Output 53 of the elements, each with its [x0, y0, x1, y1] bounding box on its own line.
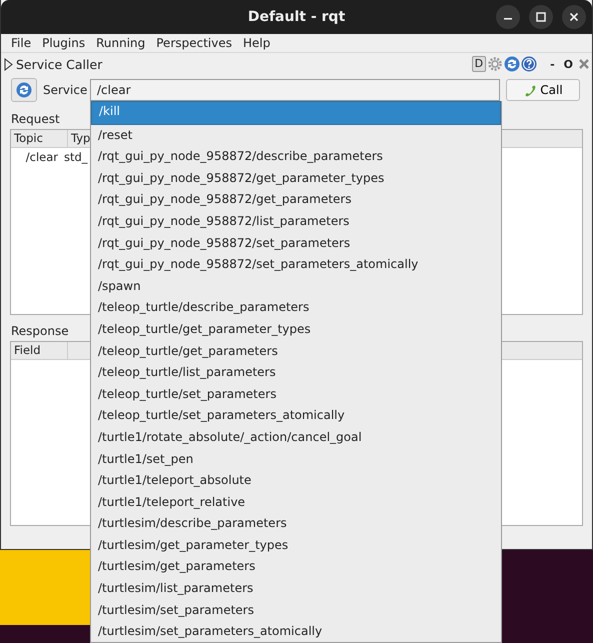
d-button[interactable]: D [472, 56, 486, 72]
plugin-title: Service Caller [16, 56, 102, 72]
dropdown-item[interactable]: /turtlesim/get_parameters [91, 556, 501, 578]
dropdown-item[interactable]: /rqt_gui_py_node_958872/list_parameters [91, 210, 501, 233]
dropdown-item[interactable]: /turtle1/rotate_absolute/_action/cancel_goal [91, 426, 501, 448]
dropdown-item[interactable]: /turtlesim/list_parameters [91, 578, 501, 600]
dropdown-item[interactable]: /teleop_turtle/set_parameters_atomically [91, 405, 501, 427]
dropdown-item[interactable]: /teleop_turtle/describe_parameters [91, 297, 501, 319]
dropdown-item[interactable]: /turtlesim/set_parameters [91, 600, 501, 622]
menu-item[interactable]: Plugins [42, 36, 86, 50]
maximize-button[interactable] [529, 5, 553, 29]
dropdown-item[interactable]: /turtle1/set_pen [91, 448, 501, 470]
dropdown-item[interactable]: /rqt_gui_py_node_958872/set_parameters_atomically [91, 254, 501, 276]
dropdown-item[interactable]: /turtle1/teleport_relative [91, 492, 501, 514]
section-label: Response [11, 324, 69, 338]
dropdown-item[interactable]: /spawn [91, 276, 501, 298]
window-title: Default - rqt [248, 9, 346, 25]
triangle-icon[interactable] [4, 58, 13, 70]
dropdown-item[interactable]: /rqt_gui_py_node_958872/describe_parameters [91, 146, 501, 168]
table-cell-text: /clear [24, 150, 59, 164]
dropdown-item[interactable]: /rqt_gui_py_node_958872/get_parameter_types [91, 168, 501, 190]
dropdown-item[interactable]: /kill [91, 101, 501, 125]
close-button[interactable] [562, 5, 586, 29]
dropdown-item[interactable]: /teleop_turtle/list_parameters [91, 362, 501, 384]
column-header[interactable]: Field [11, 342, 68, 359]
menu-item[interactable]: Perspectives [156, 36, 232, 50]
close-icon[interactable] [578, 58, 590, 70]
float-button[interactable]: O [564, 58, 573, 70]
menu-item[interactable]: Running [96, 36, 146, 50]
dropdown-item[interactable]: /rqt_gui_py_node_958872/get_parameters [91, 189, 501, 211]
call-button[interactable]: Call [506, 79, 580, 101]
table-cell-text: std_ [63, 150, 88, 164]
dropdown-item[interactable]: /turtlesim/get_parameter_types [91, 534, 501, 556]
dropdown-item[interactable]: /teleop_turtle/get_parameter_types [91, 318, 501, 341]
column-header[interactable]: Topic [11, 130, 68, 147]
refresh-icon [16, 82, 32, 98]
service-combo[interactable]: /clear [90, 79, 500, 101]
dropdown-item[interactable]: /teleop_turtle/set_parameters [91, 384, 501, 406]
refresh-icon[interactable] [504, 56, 520, 72]
refresh-button[interactable] [11, 78, 37, 102]
phone-icon [523, 83, 538, 97]
dropdown-item[interactable]: /turtlesim/set_parameters_atomically [91, 621, 501, 643]
minimize-button[interactable]: - [550, 58, 555, 70]
dropdown-item[interactable]: /teleop_turtle/get_parameters [91, 340, 501, 362]
section-label: Request [11, 112, 60, 126]
help-icon[interactable] [521, 56, 538, 72]
minimize-button[interactable] [496, 5, 520, 29]
service-label: Service [43, 83, 88, 97]
dropdown-item[interactable]: /rqt_gui_py_node_958872/set_parameters [91, 232, 501, 254]
dropdown-item[interactable]: /turtle1/teleport_absolute [91, 470, 501, 492]
dropdown-item[interactable]: /turtlesim/describe_parameters [91, 513, 501, 535]
menu-item[interactable]: File [11, 36, 32, 50]
menu-item[interactable]: Help [243, 36, 270, 50]
